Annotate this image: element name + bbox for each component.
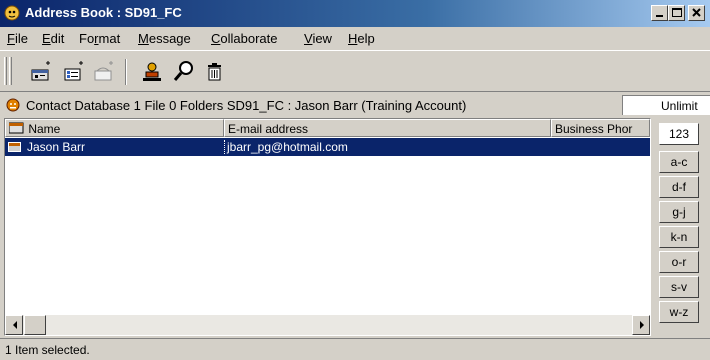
column-header-email[interactable]: E-mail address	[224, 119, 551, 137]
toolbar-separator	[125, 59, 127, 85]
scrollbar-thumb[interactable]	[24, 315, 46, 335]
right-arrow-icon	[640, 321, 644, 329]
index-tab-w-z[interactable]: w-z	[659, 301, 699, 323]
address-book-app-icon	[4, 5, 20, 21]
toolbar-grip[interactable]	[4, 57, 7, 85]
new-contact-button[interactable]	[29, 57, 55, 85]
menu-message[interactable]: Message	[138, 31, 191, 46]
find-icon	[173, 61, 193, 81]
contact-name-cell: Jason Barr	[27, 140, 86, 154]
contact-column-icon	[8, 122, 24, 134]
index-tab-s-v[interactable]: s-v	[659, 276, 699, 298]
status-text: 1 Item selected.	[5, 343, 90, 357]
scroll-right-button[interactable]	[632, 315, 650, 335]
table-row[interactable]: Jason Barr jbarr_pg@hotmail.com	[5, 138, 650, 156]
minimize-icon	[656, 15, 663, 17]
maximize-icon	[672, 8, 682, 17]
delete-button[interactable]	[202, 57, 228, 85]
new-group-button[interactable]	[92, 57, 118, 85]
close-icon	[692, 8, 701, 17]
close-button[interactable]	[688, 5, 705, 21]
menu-collaborate[interactable]: Collaborate	[211, 31, 278, 46]
menu-help[interactable]: Help	[348, 31, 375, 46]
new-list-icon	[64, 61, 83, 81]
toolbar-grip[interactable]	[9, 57, 12, 85]
menu-edit[interactable]: Edit	[42, 31, 64, 46]
index-tab-123[interactable]: 123	[659, 123, 699, 145]
new-contact-icon	[31, 61, 50, 81]
title-bar[interactable]: Address Book : SD91_FC	[0, 0, 710, 27]
scroll-left-button[interactable]	[5, 315, 23, 335]
status-bar: 1 Item selected.	[0, 338, 710, 360]
contact-list[interactable]: Name E-mail address Business Phor Jason …	[4, 118, 651, 336]
minimize-button[interactable]	[651, 5, 668, 21]
contact-email-cell: jbarr_pg@hotmail.com	[224, 140, 549, 154]
menu-file[interactable]: File	[7, 31, 28, 46]
menu-bar: File Edit Format Message Collaborate Vie…	[0, 27, 710, 49]
window-title: Address Book : SD91_FC	[25, 5, 182, 20]
index-tab-a-c[interactable]: a-c	[659, 151, 699, 173]
database-info-text: Contact Database 1 File 0 Folders SD91_F…	[26, 98, 467, 113]
index-tab-o-r[interactable]: o-r	[659, 251, 699, 273]
maximize-button[interactable]	[668, 5, 685, 21]
address-book-window: Address Book : SD91_FC File Edit Format …	[0, 0, 710, 360]
contact-icon	[8, 142, 21, 152]
contact-card-icon	[143, 62, 161, 81]
quota-field: Unlimit	[622, 95, 710, 115]
column-header-name[interactable]: Name	[5, 119, 224, 137]
database-info-bar: Contact Database 1 File 0 Folders SD91_F…	[0, 94, 710, 116]
left-arrow-icon	[13, 321, 17, 329]
new-group-icon	[94, 61, 113, 81]
toolbar	[0, 50, 710, 92]
column-header-business-phone[interactable]: Business Phor	[551, 119, 650, 137]
menu-format[interactable]: Format	[79, 31, 120, 46]
index-tab-d-f[interactable]: d-f	[659, 176, 699, 198]
index-tab-k-n[interactable]: k-n	[659, 226, 699, 248]
horizontal-scrollbar[interactable]	[5, 315, 650, 335]
new-list-button[interactable]	[62, 57, 88, 85]
delete-icon	[208, 63, 221, 81]
index-tab-g-j[interactable]: g-j	[659, 201, 699, 223]
menu-view[interactable]: View	[304, 31, 332, 46]
contact-card-button[interactable]	[140, 57, 166, 85]
contact-database-icon	[6, 98, 20, 112]
find-button[interactable]	[171, 57, 197, 85]
